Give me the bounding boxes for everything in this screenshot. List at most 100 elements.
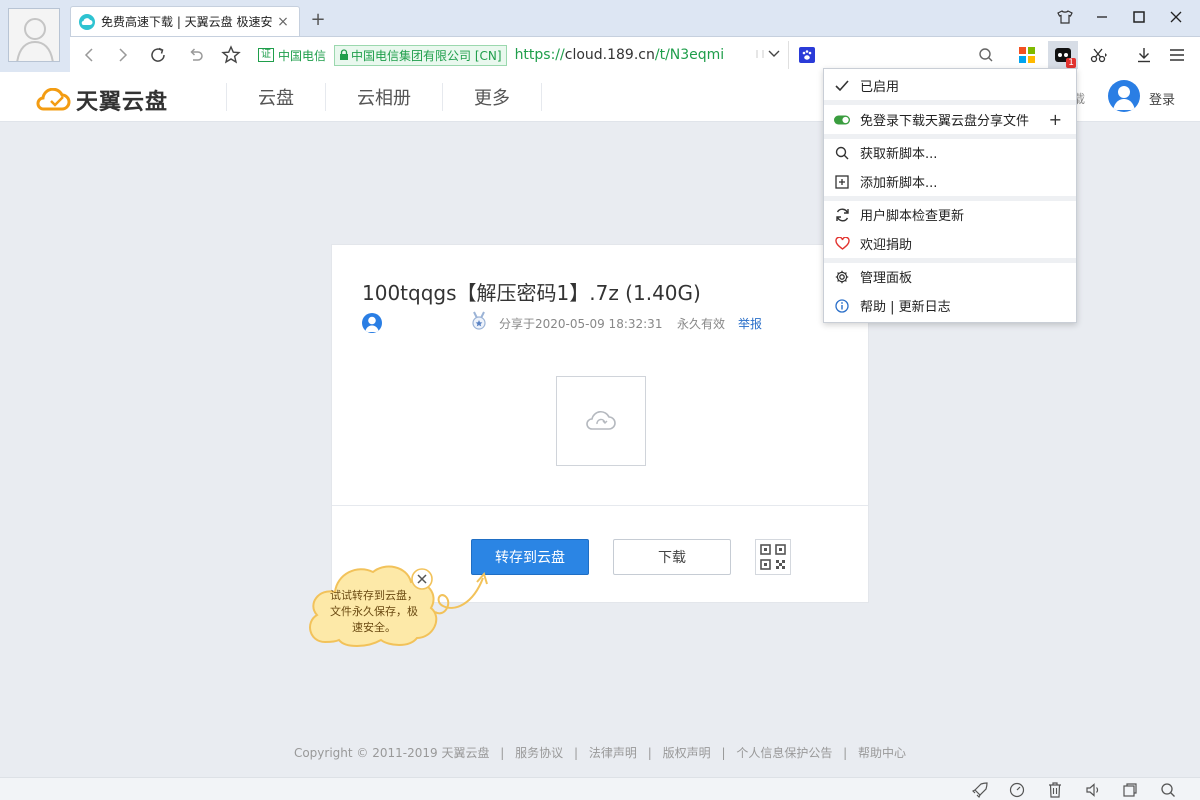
- reload-icon[interactable]: [146, 43, 170, 67]
- file-title: 100tqqgs【解压密码1】.7z (1.40G): [362, 281, 701, 305]
- tip-close-icon[interactable]: [411, 568, 433, 590]
- login-link[interactable]: 登录: [1149, 89, 1175, 108]
- footer-separator: |: [500, 746, 505, 760]
- menu-item-check-updates[interactable]: 用户脚本检查更新: [824, 200, 1076, 229]
- volume-icon[interactable]: [1084, 781, 1102, 799]
- footer-link-terms[interactable]: 服务协议: [515, 746, 563, 760]
- org-label: 中国电信集团有限公司 [CN]: [351, 48, 502, 63]
- minimize-icon[interactable]: [1083, 4, 1120, 30]
- tab-active[interactable]: 免费高速下载 | 天翼云盘 极速安 ×: [70, 6, 300, 36]
- check-icon: [834, 78, 850, 94]
- main-nav: 云盘 云相册 更多: [226, 72, 542, 122]
- tab-close-icon[interactable]: ×: [275, 14, 291, 30]
- cert-label: 中国电信: [278, 48, 327, 63]
- profile-avatar[interactable]: [8, 8, 60, 62]
- search-icon[interactable]: [978, 47, 994, 67]
- card-divider: [332, 505, 868, 506]
- new-tab-button[interactable]: +: [308, 10, 328, 30]
- speed-icon[interactable]: [1008, 781, 1026, 799]
- user-avatar-icon[interactable]: [1108, 80, 1140, 112]
- footer-separator: |: [574, 746, 579, 760]
- user-silhouette-icon: [9, 9, 59, 61]
- menu-label: 管理面板: [860, 271, 913, 286]
- browser-status-bar: [0, 777, 1200, 800]
- url-scheme: https://: [514, 47, 565, 63]
- search-box[interactable]: [788, 41, 1000, 69]
- copyright-text: Copyright © 2011-2019 天翼云盘: [293, 746, 490, 760]
- tip-text: 试试转存到云盘， 文件永久保存，极 速安全。: [319, 588, 429, 636]
- menu-item-script[interactable]: 免登录下载天翼云盘分享文件 +: [824, 105, 1076, 134]
- rocket-icon[interactable]: [971, 781, 989, 799]
- menu-item-donate[interactable]: 欢迎捐助: [824, 229, 1076, 258]
- extension-badge: 1: [1066, 58, 1076, 68]
- menu-icon[interactable]: [1162, 41, 1192, 69]
- footer-link-privacy[interactable]: 个人信息保护公告: [736, 746, 832, 760]
- footer-separator: |: [721, 746, 726, 760]
- add-icon[interactable]: +: [1049, 110, 1062, 129]
- menu-item-dashboard[interactable]: 管理面板: [824, 262, 1076, 291]
- star-icon[interactable]: [219, 43, 243, 67]
- chevron-down-icon[interactable]: [768, 47, 780, 63]
- menu-label: 欢迎捐助: [860, 238, 913, 253]
- menu-item-add-script[interactable]: 添加新脚本...: [824, 167, 1076, 196]
- info-icon: [834, 298, 850, 314]
- url-text: https://cloud.189.cn/t/N3eqmi: [515, 47, 725, 63]
- apps-grid-icon[interactable]: [1012, 41, 1042, 69]
- download-button[interactable]: 下载: [613, 539, 731, 575]
- menu-item-enabled[interactable]: 已启用: [824, 71, 1076, 100]
- file-thumbnail: [556, 376, 646, 466]
- url-host: cloud.189.cn: [564, 47, 655, 63]
- tab-title: 免费高速下载 | 天翼云盘 极速安: [101, 15, 273, 29]
- zoom-search-icon[interactable]: [1159, 781, 1177, 799]
- logo-text: 天翼云盘: [76, 90, 169, 115]
- menu-label: 用户脚本检查更新: [860, 209, 965, 224]
- page-footer: Copyright © 2011-2019 天翼云盘 | 服务协议 | 法律声明…: [0, 744, 1200, 761]
- toggle-on-icon: [834, 112, 850, 128]
- userscript-menu: 已启用 免登录下载天翼云盘分享文件 + 获取新脚本... 添加新脚本... 用户…: [823, 68, 1077, 323]
- skin-shirt-icon[interactable]: [1046, 4, 1083, 30]
- url-path: /t/N3eqmi: [654, 47, 725, 63]
- userscript-extension-icon[interactable]: 1: [1048, 41, 1078, 69]
- back-icon[interactable]: [78, 43, 102, 67]
- refresh-icon: [834, 207, 850, 223]
- forward-icon[interactable]: [110, 43, 134, 67]
- menu-item-help[interactable]: 帮助 | 更新日志: [824, 291, 1076, 320]
- certificate-indicator[interactable]: 证 中国电信: [258, 47, 326, 64]
- scissors-icon[interactable]: [1084, 41, 1114, 69]
- shared-date: 分享于2020-05-09 18:32:31: [499, 317, 663, 331]
- footer-separator: |: [647, 746, 652, 760]
- qr-code-icon[interactable]: [755, 539, 791, 575]
- save-tip-bubble: 试试转存到云盘， 文件永久保存，极 速安全。: [305, 560, 495, 650]
- close-window-icon[interactable]: [1157, 4, 1194, 30]
- window-restore-icon[interactable]: [1121, 781, 1139, 799]
- address-bar[interactable]: 证 中国电信 中国电信集团有限公司 [CN] https://cloud.189…: [258, 41, 786, 69]
- validity-label: 永久有效: [677, 317, 726, 331]
- footer-link-copyright[interactable]: 版权声明: [663, 746, 711, 760]
- medal-icon: [470, 311, 488, 334]
- footer-link-legal[interactable]: 法律声明: [589, 746, 637, 760]
- footer-separator: |: [843, 746, 848, 760]
- org-identity[interactable]: 中国电信集团有限公司 [CN]: [334, 44, 507, 66]
- menu-label: 已启用: [860, 80, 900, 95]
- menu-item-get-scripts[interactable]: 获取新脚本...: [824, 138, 1076, 167]
- share-card: 100tqqgs【解压密码1】.7z (1.40G) 分享于2020-05-09…: [331, 244, 869, 603]
- menu-label: 获取新脚本...: [860, 147, 938, 162]
- owner-avatar-icon[interactable]: [362, 313, 382, 333]
- browser-chrome: 免费高速下载 | 天翼云盘 极速安 × + 证 中国电信 中国电信集团有限公司 …: [0, 0, 1200, 72]
- undo-icon[interactable]: [184, 43, 208, 67]
- tip-line-1: 试试转存到云盘，: [330, 589, 418, 602]
- report-link[interactable]: 举报: [738, 315, 762, 332]
- trash-icon[interactable]: [1046, 781, 1064, 799]
- maximize-icon[interactable]: [1120, 4, 1157, 30]
- address-dropdown-icon[interactable]: [754, 47, 766, 65]
- site-logo[interactable]: 天翼云盘: [36, 84, 168, 116]
- cloud-logo-icon: [36, 88, 71, 111]
- nav-cloud-album[interactable]: 云相册: [325, 83, 442, 111]
- nav-cloud-disk[interactable]: 云盘: [226, 83, 325, 111]
- menu-label: 免登录下载天翼云盘分享文件: [860, 114, 1030, 129]
- nav-more[interactable]: 更多: [442, 83, 542, 111]
- search-icon: [834, 145, 850, 161]
- baidu-paw-icon: [799, 47, 815, 63]
- download-icon[interactable]: [1129, 41, 1159, 69]
- footer-link-help[interactable]: 帮助中心: [858, 746, 906, 760]
